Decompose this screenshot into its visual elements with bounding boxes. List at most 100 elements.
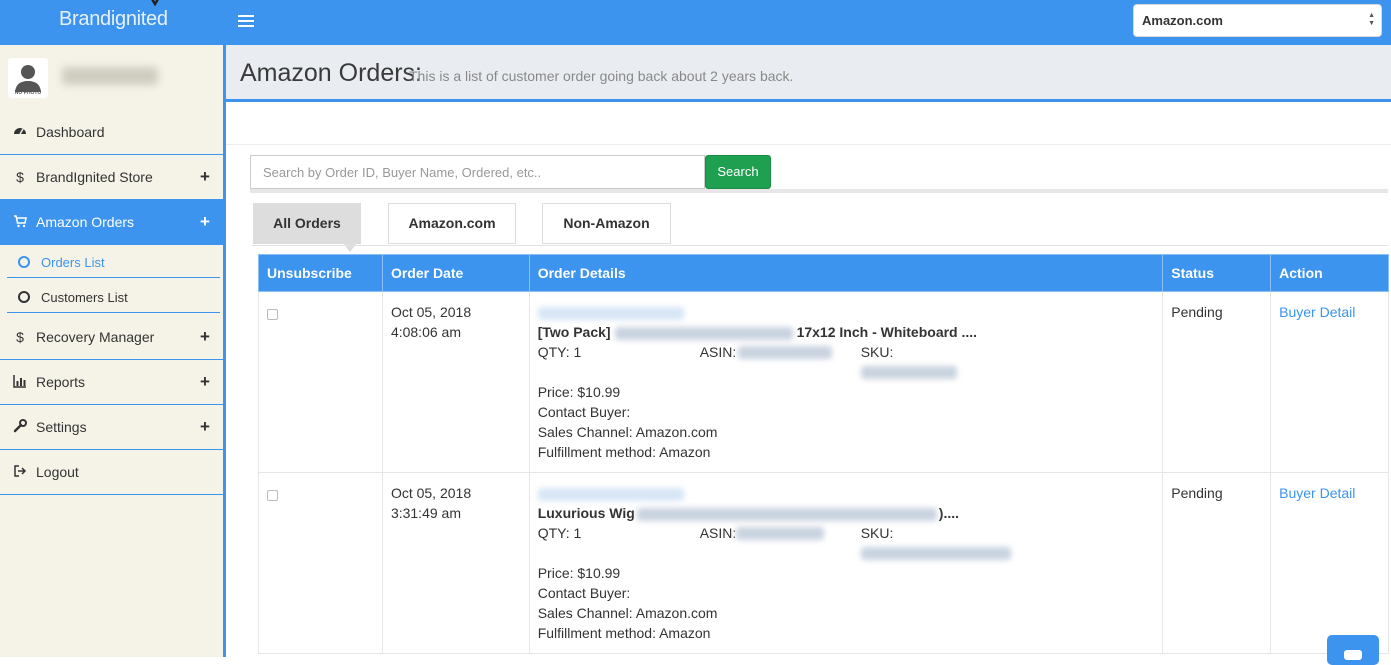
order-id-redacted — [537, 302, 1155, 322]
order-date-cell: Oct 05, 2018 3:31:49 am — [381, 472, 530, 654]
search-button[interactable]: Search — [705, 155, 771, 189]
order-time: 3:31:49 am — [390, 505, 461, 521]
sidebar-item-label: Dashboard — [36, 124, 105, 140]
sidebar-border — [223, 45, 226, 657]
product-title-redacted — [636, 507, 937, 521]
brand-logo[interactable]: Brandignited — [59, 8, 168, 31]
order-sku-redacted — [860, 366, 957, 379]
table-row: Oct 05, 2018 3:31:49 am Luxurious Wig)..… — [258, 472, 1389, 654]
order-asin-label: ASIN: — [699, 344, 737, 360]
expand-plus-icon[interactable]: + — [200, 418, 210, 435]
sidebar-item-label: Logout — [36, 464, 79, 480]
sidebar-subitem-customers-list[interactable]: Customers List — [0, 280, 223, 315]
order-time: 4:08:06 am — [390, 324, 461, 340]
tab-non-amazon[interactable]: Non-Amazon — [542, 203, 671, 244]
order-sku-label: SKU: — [860, 525, 894, 541]
order-meta: QTY: 1 ASIN: SKU: — [538, 523, 1155, 563]
store-select-value: Amazon.com — [1142, 13, 1223, 28]
table-row: Oct 05, 2018 4:08:06 am [Two Pack] 17x12 … — [258, 291, 1389, 473]
divider — [252, 245, 1388, 246]
buyer-detail-link[interactable]: Buyer Detail — [1279, 485, 1355, 501]
order-status: Pending — [1171, 304, 1223, 320]
cart-icon — [12, 214, 28, 230]
circle-icon — [18, 256, 30, 268]
expand-plus-icon[interactable]: + — [200, 373, 210, 390]
order-sku-redacted — [860, 547, 1011, 560]
sidebar-item-settings[interactable]: Settings + — [0, 405, 223, 450]
wrench-icon — [12, 419, 28, 435]
page-subtitle: This is a list of customer order going b… — [409, 68, 794, 84]
unsubscribe-cell — [258, 472, 383, 654]
order-date: Oct 05, 2018 — [390, 485, 472, 501]
search-input[interactable] — [250, 155, 705, 189]
order-details-cell: Luxurious Wig).... QTY: 1 ASIN: SKU: Pri… — [528, 472, 1164, 654]
product-title-suffix: ).... — [938, 505, 960, 521]
expand-plus-icon[interactable]: + — [200, 328, 210, 345]
avatar[interactable]: NO PHOTO — [8, 58, 48, 98]
divider — [226, 144, 1391, 145]
product-title-prefix: Luxurious Wig — [537, 505, 635, 521]
hamburger-menu-icon[interactable] — [238, 12, 254, 32]
sidebar-item-recovery-manager[interactable]: $ Recovery Manager + — [0, 315, 223, 360]
column-header-unsubscribe: Unsubscribe — [258, 254, 383, 292]
order-qty: QTY: 1 — [537, 344, 582, 360]
sidebar-item-label: BrandIgnited Store — [36, 169, 153, 185]
profile-name-redacted — [62, 67, 158, 85]
top-navbar: Brandignited Amazon.com ▲ ▼ — [0, 0, 1391, 45]
unsubscribe-checkbox[interactable] — [267, 490, 278, 501]
sidebar-item-label: Recovery Manager — [36, 329, 155, 345]
select-arrows-icon: ▲ ▼ — [1368, 12, 1375, 27]
order-contact-buyer: Contact Buyer: — [537, 404, 631, 420]
order-sku-label: SKU: — [860, 344, 894, 360]
expand-plus-icon[interactable]: + — [200, 168, 210, 185]
product-title-suffix: 17x12 Inch - Whiteboard .... — [796, 324, 978, 340]
sidebar-item-reports[interactable]: Reports + — [0, 360, 223, 405]
sidebar-subitem-label: Orders List — [41, 255, 105, 270]
avatar-caption: NO PHOTO — [14, 90, 42, 96]
order-status: Pending — [1171, 485, 1223, 501]
sidebar-item-amazon-orders[interactable]: Amazon Orders + — [0, 200, 223, 245]
user-profile: NO PHOTO — [0, 45, 223, 110]
product-title-prefix: [Two Pack] — [537, 324, 611, 340]
chat-widget-button[interactable] — [1327, 635, 1379, 665]
buyer-detail-link[interactable]: Buyer Detail — [1279, 304, 1355, 320]
order-asin-label: ASIN: — [699, 525, 737, 541]
expand-plus-icon[interactable]: + — [200, 213, 210, 230]
sidebar-item-logout[interactable]: Logout — [0, 450, 223, 495]
order-contact-buyer: Contact Buyer: — [537, 585, 631, 601]
product-title-redacted — [614, 326, 793, 340]
divider — [7, 312, 220, 313]
sidebar-subitem-orders-list[interactable]: Orders List — [0, 245, 223, 280]
unsubscribe-cell — [258, 291, 383, 473]
unsubscribe-checkbox[interactable] — [267, 309, 278, 320]
action-cell: Buyer Detail — [1270, 472, 1389, 654]
dollar-icon: $ — [16, 329, 24, 345]
sidebar-item-label: Reports — [36, 374, 86, 390]
logout-icon — [12, 464, 28, 480]
action-cell: Buyer Detail — [1270, 291, 1389, 473]
column-header-action: Action — [1270, 254, 1389, 292]
tab-all-orders[interactable]: All Orders — [253, 203, 361, 244]
order-date-cell: Oct 05, 2018 4:08:06 am — [381, 291, 530, 473]
dashboard-icon — [12, 124, 28, 140]
order-product-title: Luxurious Wig).... — [538, 503, 1155, 523]
column-header-status: Status — [1162, 254, 1272, 292]
order-product-title: [Two Pack] 17x12 Inch - Whiteboard .... — [538, 322, 1155, 342]
sidebar-item-label: Amazon Orders — [36, 214, 135, 230]
sidebar-item-brandignited-store[interactable]: $ BrandIgnited Store + — [0, 155, 223, 200]
order-date: Oct 05, 2018 — [390, 304, 472, 320]
column-header-order-date: Order Date — [381, 254, 530, 292]
divider — [7, 277, 220, 278]
sidebar-item-dashboard[interactable]: Dashboard — [0, 110, 223, 155]
order-asin-redacted — [735, 527, 824, 540]
order-fulfillment: Fulfillment method: Amazon — [537, 444, 711, 460]
order-sales-channel: Sales Channel: Amazon.com — [537, 424, 718, 440]
sidebar-item-label: Settings — [36, 419, 87, 435]
order-sales-channel: Sales Channel: Amazon.com — [537, 605, 718, 621]
bar-chart-icon — [12, 374, 28, 390]
column-header-order-details: Order Details — [528, 254, 1164, 292]
order-price: Price: $10.99 — [537, 384, 621, 400]
tab-amazon-com[interactable]: Amazon.com — [388, 203, 516, 244]
store-select[interactable]: Amazon.com ▲ ▼ — [1133, 4, 1382, 37]
status-cell: Pending — [1162, 472, 1272, 654]
